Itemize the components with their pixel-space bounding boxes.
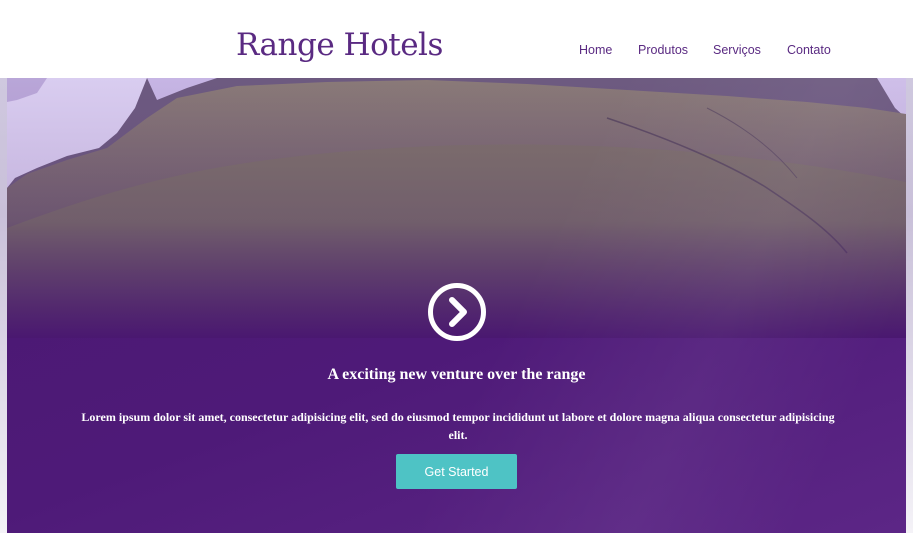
nav-menu: Home Produtos Serviços Contato [0,41,913,61]
chevron-circle-right-icon [428,283,486,341]
nav-link-contato[interactable]: Contato [787,41,831,59]
get-started-button[interactable]: Get Started [396,454,517,489]
hero-description: Lorem ipsum dolor sit amet, consectetur … [81,410,835,442]
hero-title: A exciting new venture over the range [327,366,586,383]
nav-link-home[interactable]: Home [579,41,612,59]
nav-link-produtos[interactable]: Produtos [638,41,688,59]
navbar: Range Hotels Home Produtos Serviços Cont… [0,0,913,78]
nav-link-servicos[interactable]: Serviços [713,41,761,59]
hero-left-edge [0,78,7,533]
hero-right-edge [906,78,913,533]
hero-section: A exciting new venture over the range Lo… [7,78,906,533]
